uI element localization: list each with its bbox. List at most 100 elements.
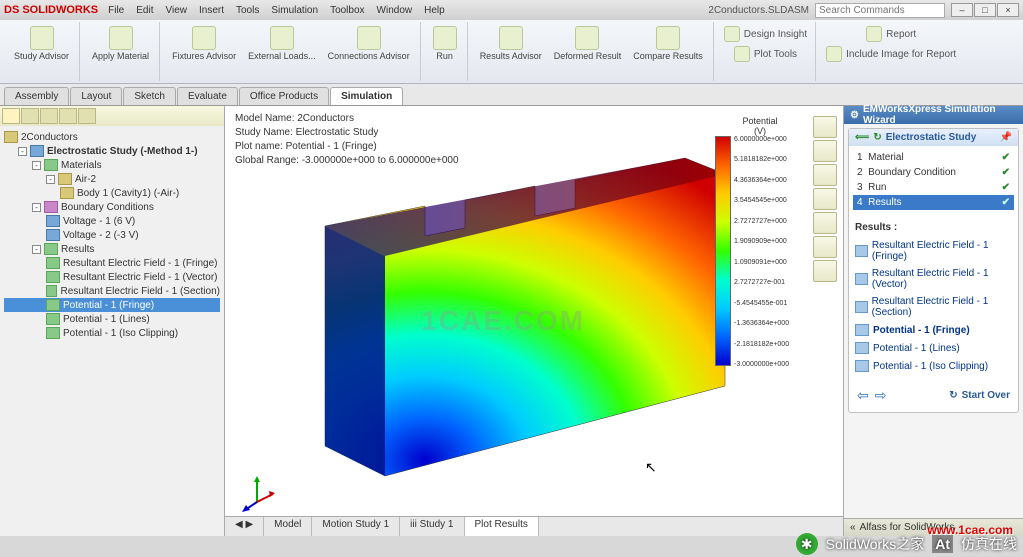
nav-next-icon[interactable]: ⇨ <box>875 387 887 404</box>
menu-simulation[interactable]: Simulation <box>271 5 318 16</box>
tree-root[interactable]: 2Conductors <box>4 130 220 144</box>
tree-r5[interactable]: Potential - 1 (Lines) <box>4 312 220 326</box>
wizard-step-results[interactable]: 4 Results✔ <box>853 195 1014 210</box>
tab-sketch[interactable]: Sketch <box>123 87 176 105</box>
pin-icon[interactable]: 📌 <box>1000 132 1012 143</box>
result-link-potential-iso[interactable]: Potential - 1 (Iso Clipping) <box>855 357 1012 375</box>
wizard-step-boundary[interactable]: 2 Boundary Condition✔ <box>853 165 1014 180</box>
view-tab-model[interactable]: Model <box>264 517 312 536</box>
nav-prev-icon[interactable]: ⇦ <box>857 387 869 404</box>
wizard-title: ⚙EMWorksXpress Simulation Wizard <box>844 106 1023 124</box>
view-tab-study[interactable]: iii Study 1 <box>400 517 464 536</box>
main-area: 2Conductors -Electrostatic Study (-Metho… <box>0 106 1023 536</box>
external-loads-button[interactable]: External Loads... <box>244 24 320 64</box>
result-link-potential-lines[interactable]: Potential - 1 (Lines) <box>855 339 1012 357</box>
tree-results[interactable]: -Results <box>4 242 220 256</box>
refresh-icon: ↻ <box>949 390 957 401</box>
compare-results-button[interactable]: Compare Results <box>629 24 707 64</box>
tree-r3[interactable]: Resultant Electric Field - 1 (Section) <box>4 284 220 298</box>
tree-tab-4[interactable] <box>59 108 77 124</box>
tree-tabs <box>0 106 224 126</box>
study-advisor-button[interactable]: Study Advisor <box>10 24 73 64</box>
design-insight-button[interactable]: Design Insight <box>722 24 809 44</box>
menu-window[interactable]: Window <box>377 5 413 16</box>
result-link-efield-section[interactable]: Resultant Electric Field - 1 (Section) <box>855 293 1012 321</box>
tree-voltage1[interactable]: Voltage - 1 (6 V) <box>4 214 220 228</box>
view-tabs: ◀ ▶ Model Motion Study 1 iii Study 1 Plo… <box>225 516 843 536</box>
view-tab-nav[interactable]: ◀ ▶ <box>225 517 264 536</box>
tree-boundary[interactable]: -Boundary Conditions <box>4 200 220 214</box>
strip-btn-1[interactable] <box>813 116 837 138</box>
strip-btn-5[interactable] <box>813 212 837 234</box>
menu-help[interactable]: Help <box>424 5 445 16</box>
view-tab-motion[interactable]: Motion Study 1 <box>312 517 400 536</box>
wechat-icon: ✱ <box>796 533 818 555</box>
apply-material-button[interactable]: Apply Material <box>88 24 153 64</box>
result-link-efield-fringe[interactable]: Resultant Electric Field - 1 (Fringe) <box>855 237 1012 265</box>
tab-simulation[interactable]: Simulation <box>330 87 403 105</box>
forward-arrow-icon[interactable]: ↻ <box>873 132 881 143</box>
include-image-button[interactable]: Include Image for Report <box>824 44 958 64</box>
tab-assembly[interactable]: Assembly <box>4 87 69 105</box>
tree-air[interactable]: -Air-2 <box>4 172 220 186</box>
wizard-step-run[interactable]: 3 Run✔ <box>853 180 1014 195</box>
strip-btn-6[interactable] <box>813 236 837 258</box>
connections-advisor-button[interactable]: Connections Advisor <box>324 24 414 64</box>
tree-r6[interactable]: Potential - 1 (Iso Clipping) <box>4 326 220 340</box>
tree-tab-1[interactable] <box>2 108 20 124</box>
wizard-steps: 1 Material✔ 2 Boundary Condition✔ 3 Run✔… <box>849 146 1018 214</box>
tree-materials[interactable]: -Materials <box>4 158 220 172</box>
menu-file[interactable]: File <box>108 5 124 16</box>
cursor-icon: ↖ <box>645 459 657 476</box>
feature-tree[interactable]: 2Conductors -Electrostatic Study (-Metho… <box>0 126 224 536</box>
feature-tree-panel: 2Conductors -Electrostatic Study (-Metho… <box>0 106 225 536</box>
legend-bar <box>715 136 731 366</box>
orientation-triad[interactable] <box>237 472 277 512</box>
tab-office-products[interactable]: Office Products <box>239 87 329 105</box>
tree-tab-5[interactable] <box>78 108 96 124</box>
tree-voltage2[interactable]: Voltage - 2 (-3 V) <box>4 228 220 242</box>
results-advisor-button[interactable]: Results Advisor <box>476 24 546 64</box>
view-tab-plot-results[interactable]: Plot Results <box>465 517 539 536</box>
back-arrow-icon[interactable]: ⟸ <box>855 132 869 143</box>
menu-tools[interactable]: Tools <box>236 5 259 16</box>
menu-insert[interactable]: Insert <box>199 5 224 16</box>
menu-view[interactable]: View <box>165 5 187 16</box>
tree-r4-selected[interactable]: Potential - 1 (Fringe) <box>4 298 220 312</box>
maximize-button[interactable]: □ <box>974 3 996 17</box>
command-tabs: Assembly Layout Sketch Evaluate Office P… <box>0 84 1023 106</box>
simulation-wizard-panel: ⚙EMWorksXpress Simulation Wizard ⟸ ↻ Ele… <box>843 106 1023 536</box>
close-button[interactable]: × <box>997 3 1019 17</box>
result-link-potential-fringe[interactable]: Potential - 1 (Fringe) <box>855 321 1012 339</box>
app-logo: DS SOLIDWORKS <box>4 4 98 16</box>
result-link-efield-vector[interactable]: Resultant Electric Field - 1 (Vector) <box>855 265 1012 293</box>
graphics-viewport[interactable]: Model Name: 2Conductors Study Name: Elec… <box>225 106 843 536</box>
tree-tab-2[interactable] <box>21 108 39 124</box>
report-button[interactable]: Report <box>864 24 918 44</box>
tab-evaluate[interactable]: Evaluate <box>177 87 238 105</box>
wizard-step-material[interactable]: 1 Material✔ <box>853 150 1014 165</box>
minimize-button[interactable]: – <box>951 3 973 17</box>
start-over-button[interactable]: ↻Start Over <box>949 390 1010 401</box>
viewport-toolstrip <box>813 116 839 282</box>
menu-toolbox[interactable]: Toolbox <box>330 5 364 16</box>
tree-r2[interactable]: Resultant Electric Field - 1 (Vector) <box>4 270 220 284</box>
strip-btn-7[interactable] <box>813 260 837 282</box>
strip-btn-3[interactable] <box>813 164 837 186</box>
fringe-plot <box>265 146 745 506</box>
strip-btn-2[interactable] <box>813 140 837 162</box>
strip-btn-4[interactable] <box>813 188 837 210</box>
menu-edit[interactable]: Edit <box>136 5 153 16</box>
deformed-result-button[interactable]: Deformed Result <box>550 24 626 64</box>
wizard-nav: ⇦ ⇨ ↻Start Over <box>849 379 1018 412</box>
run-button[interactable]: Run <box>429 24 461 64</box>
tree-study[interactable]: -Electrostatic Study (-Method 1-) <box>4 144 220 158</box>
footer-overlay: ✱ SolidWorks之家 At 仿真在线 <box>796 533 1017 555</box>
tab-layout[interactable]: Layout <box>70 87 122 105</box>
tree-tab-3[interactable] <box>40 108 58 124</box>
search-input[interactable] <box>815 3 945 18</box>
tree-body[interactable]: Body 1 (Cavity1) (-Air-) <box>4 186 220 200</box>
plot-tools-button[interactable]: Plot Tools <box>732 44 799 64</box>
tree-r1[interactable]: Resultant Electric Field - 1 (Fringe) <box>4 256 220 270</box>
fixtures-advisor-button[interactable]: Fixtures Advisor <box>168 24 240 64</box>
